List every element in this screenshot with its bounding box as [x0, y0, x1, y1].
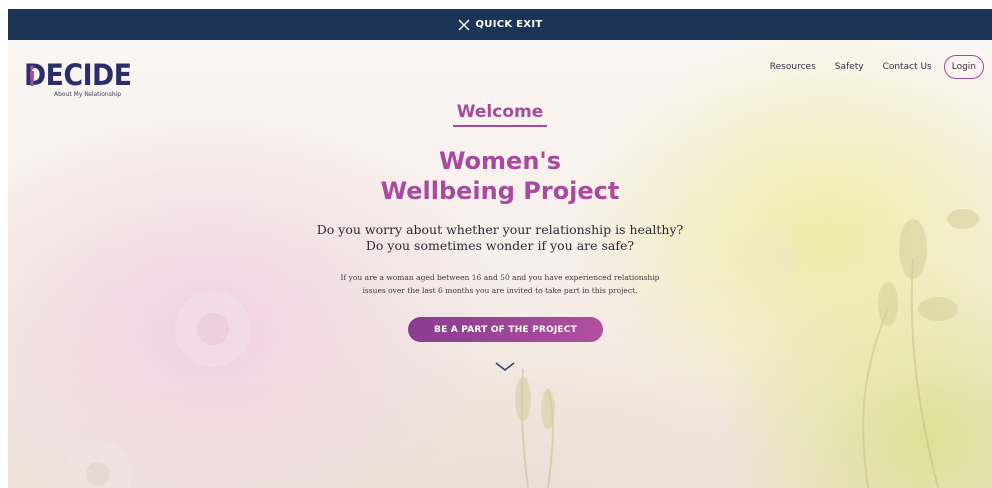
- page-title-line-1: Women's: [438, 147, 562, 175]
- hero-invitation-line-2: issues over the last 6 months you are in…: [362, 286, 638, 295]
- hero-question-line-1: Do you worry about whether your relation…: [316, 222, 684, 237]
- nav-resources-link[interactable]: Resources: [770, 62, 816, 72]
- nav-safety-link[interactable]: Safety: [835, 62, 864, 72]
- quick-exit-label: QUICK EXIT: [475, 19, 543, 30]
- welcome-text: Welcome: [452, 102, 548, 127]
- quick-exit-button[interactable]: QUICK EXIT: [8, 9, 992, 40]
- page-frame: QUICK EXIT DECIDE About My Relationship …: [8, 9, 992, 488]
- top-navigation: Resources Safety Contact Us Login: [770, 55, 984, 79]
- page-title-line-2: Wellbeing Project: [380, 177, 620, 205]
- nav-contact-us-link[interactable]: Contact Us: [883, 62, 932, 72]
- login-button[interactable]: Login: [943, 55, 984, 79]
- hero-invitation-line-1: If you are a woman aged between 16 and 5…: [340, 273, 660, 282]
- page-title: Women's Wellbeing Project: [8, 146, 992, 206]
- hero-question-line-2: Do you sometimes wonder if you are safe?: [365, 238, 635, 253]
- logo-tagline: About My Relationship: [54, 91, 122, 98]
- logo-wordmark: DECIDE: [24, 58, 132, 92]
- be-a-part-of-the-project-button[interactable]: BE A PART OF THE PROJECT: [408, 317, 603, 342]
- chevron-down-icon[interactable]: [495, 362, 515, 372]
- close-icon: [458, 19, 469, 30]
- hero-invitation: If you are a woman aged between 16 and 5…: [8, 271, 992, 297]
- welcome-heading: Welcome: [8, 102, 992, 127]
- woman-figure-icon: [30, 65, 34, 86]
- hero-question: Do you worry about whether your relation…: [8, 222, 992, 254]
- site-logo[interactable]: DECIDE About My Relationship: [24, 59, 144, 105]
